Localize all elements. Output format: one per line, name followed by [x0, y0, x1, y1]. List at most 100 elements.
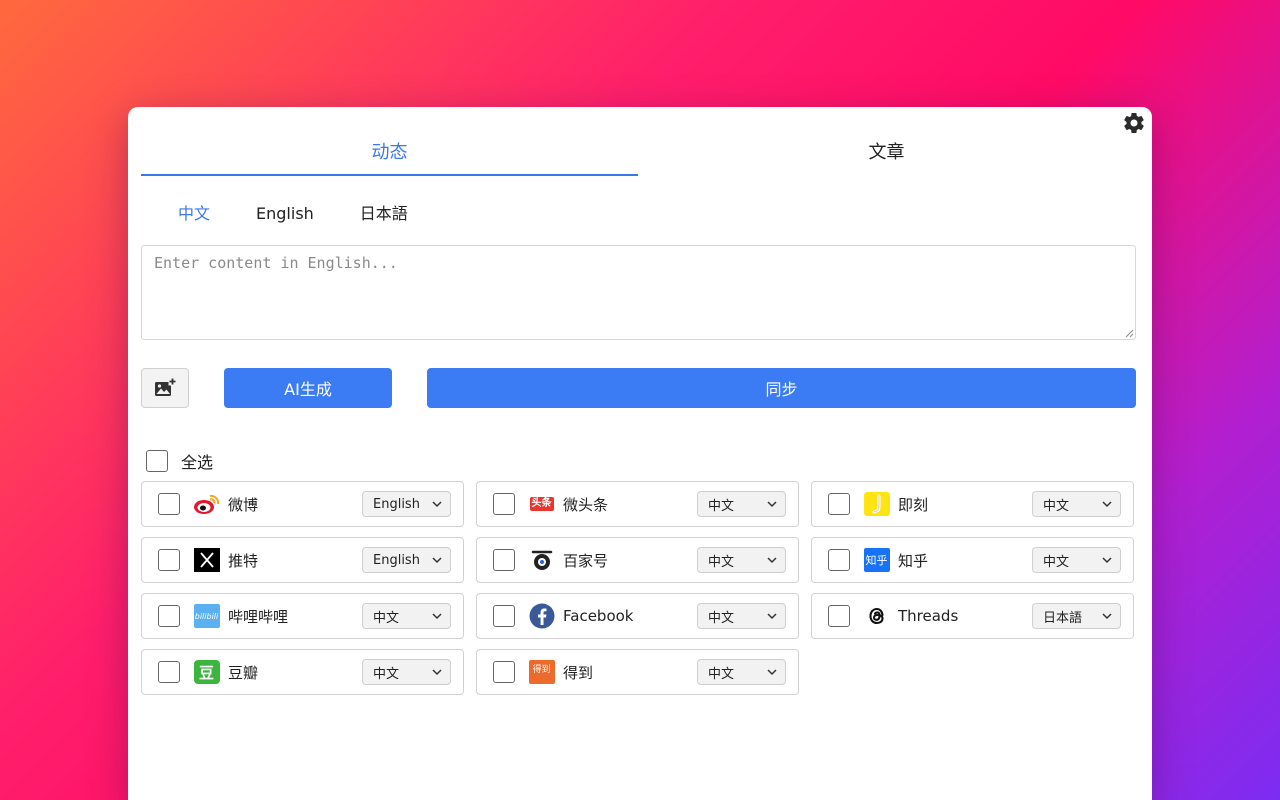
selected-language: 中文	[708, 498, 735, 514]
platform-card-douban[interactable]: 豆 豆瓣 中文	[141, 649, 464, 695]
jike-icon	[863, 492, 890, 516]
weibo-icon	[193, 492, 220, 516]
platform-name: 即刻	[898, 495, 929, 514]
chevron-down-icon	[432, 501, 442, 508]
platform-checkbox[interactable]	[158, 493, 180, 515]
platform-language-select[interactable]: English	[362, 547, 451, 573]
platform-card-weibo[interactable]: 微博 English	[141, 481, 464, 527]
platform-checkbox[interactable]	[828, 549, 850, 571]
platform-checkbox[interactable]	[493, 493, 515, 515]
douban-logo-text: 豆	[193, 660, 220, 684]
add-image-button[interactable]	[141, 368, 189, 408]
resize-grip-icon[interactable]	[1125, 329, 1134, 338]
selected-language: 中文	[373, 610, 400, 626]
select-all-label: 全选	[181, 453, 214, 472]
platform-language-select[interactable]: 中文	[362, 659, 451, 685]
platform-card-facebook[interactable]: Facebook 中文	[476, 593, 799, 639]
platform-name: 百家号	[563, 551, 609, 570]
platform-checkbox[interactable]	[158, 549, 180, 571]
tab-dynamic[interactable]: 动态	[141, 134, 638, 176]
x-icon	[193, 548, 220, 572]
threads-icon	[863, 604, 890, 628]
platform-name: 微博	[228, 495, 259, 514]
lang-tab-english[interactable]: English	[256, 203, 314, 225]
platform-card-baijiahao[interactable]: 百家号 中文	[476, 537, 799, 583]
platform-language-select[interactable]: 中文	[697, 547, 786, 573]
facebook-icon	[528, 603, 555, 629]
platform-language-select[interactable]: 中文	[362, 603, 451, 629]
chevron-down-icon	[432, 557, 442, 564]
platform-card-dedao[interactable]: 得到 得到 中文	[476, 649, 799, 695]
chevron-down-icon	[1102, 501, 1112, 508]
zhihu-icon: 知乎	[863, 548, 890, 572]
toutiao-icon: 头条	[528, 492, 555, 516]
baijiahao-icon	[528, 548, 555, 572]
dedao-logo-text: 得到	[528, 660, 555, 684]
platform-language-select[interactable]: 中文	[697, 603, 786, 629]
platform-checkbox[interactable]	[493, 549, 515, 571]
platform-checkbox[interactable]	[158, 661, 180, 683]
platform-name: Threads	[898, 607, 959, 625]
settings-gear-icon[interactable]	[1122, 111, 1146, 135]
mode-tabs: 动态 文章	[141, 134, 1135, 176]
platform-checkbox[interactable]	[493, 661, 515, 683]
bilibili-logo-text: bilibili	[193, 604, 220, 628]
select-all[interactable]: 全选	[146, 449, 213, 473]
image-add-icon	[155, 377, 177, 396]
selected-language: 中文	[708, 610, 735, 626]
chevron-down-icon	[432, 613, 442, 620]
platform-card-zhihu[interactable]: 知乎 知乎 中文	[811, 537, 1134, 583]
lang-tab-chinese[interactable]: 中文	[178, 203, 210, 225]
platform-name: 知乎	[898, 551, 929, 570]
platform-checkbox[interactable]	[158, 605, 180, 627]
selected-language: 中文	[1043, 498, 1070, 514]
tab-article[interactable]: 文章	[638, 134, 1135, 176]
selected-language: 日本語	[1043, 610, 1083, 626]
platform-name: 哔哩哔哩	[228, 607, 289, 626]
douban-icon: 豆	[193, 660, 220, 684]
chevron-down-icon	[767, 669, 777, 676]
ai-generate-button[interactable]: AI生成	[224, 368, 392, 408]
selected-language: 中文	[708, 554, 735, 570]
selected-language: 中文	[708, 666, 735, 682]
platform-checkbox[interactable]	[828, 605, 850, 627]
platform-name: Facebook	[563, 607, 634, 625]
platform-language-select[interactable]: 中文	[1032, 491, 1121, 517]
platform-language-select[interactable]: 日本語	[1032, 603, 1121, 629]
toutiao-logo-text: 头条	[529, 497, 554, 511]
sync-panel: 动态 文章 中文 English 日本語 AI生成 同步 全选	[128, 107, 1152, 800]
content-input[interactable]	[141, 245, 1136, 340]
select-all-checkbox[interactable]	[146, 450, 168, 472]
chevron-down-icon	[767, 557, 777, 564]
platform-name: 推特	[228, 551, 259, 570]
chevron-down-icon	[767, 501, 777, 508]
chevron-down-icon	[1102, 557, 1112, 564]
zhihu-logo-text: 知乎	[863, 548, 890, 572]
platform-checkbox[interactable]	[493, 605, 515, 627]
platform-name: 微头条	[563, 495, 609, 514]
selected-language: English	[373, 552, 420, 568]
chevron-down-icon	[432, 669, 442, 676]
platform-language-select[interactable]: English	[362, 491, 451, 517]
platform-card-jike[interactable]: 即刻 中文	[811, 481, 1134, 527]
platform-name: 得到	[563, 663, 594, 682]
platform-card-threads[interactable]: Threads 日本語	[811, 593, 1134, 639]
platform-checkbox[interactable]	[828, 493, 850, 515]
dedao-icon: 得到	[528, 660, 555, 684]
platform-card-twitter[interactable]: 推特 English	[141, 537, 464, 583]
selected-language: 中文	[1043, 554, 1070, 570]
platform-card-toutiao[interactable]: 头条 微头条 中文	[476, 481, 799, 527]
language-tabs: 中文 English 日本語	[178, 203, 454, 225]
selected-language: 中文	[373, 666, 400, 682]
bilibili-icon: bilibili	[193, 604, 220, 628]
platform-card-bilibili[interactable]: bilibili 哔哩哔哩 中文	[141, 593, 464, 639]
chevron-down-icon	[1102, 613, 1112, 620]
selected-language: English	[373, 496, 420, 512]
platform-name: 豆瓣	[228, 663, 259, 682]
platform-language-select[interactable]: 中文	[697, 659, 786, 685]
platform-language-select[interactable]: 中文	[697, 491, 786, 517]
sync-button[interactable]: 同步	[427, 368, 1136, 408]
platform-language-select[interactable]: 中文	[1032, 547, 1121, 573]
lang-tab-japanese[interactable]: 日本語	[360, 203, 408, 225]
chevron-down-icon	[767, 613, 777, 620]
